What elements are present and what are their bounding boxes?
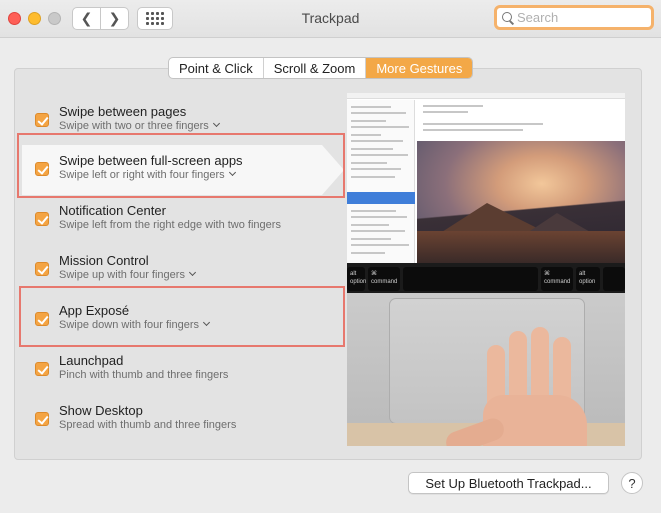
gesture-option-dropdown[interactable]: Swipe up with four fingers xyxy=(59,268,196,281)
gesture-item-swipe-between-pages[interactable]: Swipe between pages Swipe with two or th… xyxy=(14,96,344,146)
search-icon xyxy=(502,11,514,24)
arrow-key xyxy=(603,267,625,291)
gesture-title: Swipe between pages xyxy=(59,104,187,119)
gesture-subtitle: Swipe left from the right edge with two … xyxy=(59,219,281,231)
chevron-down-icon xyxy=(228,168,236,177)
preview-mail-list xyxy=(347,100,415,263)
gesture-item-notification-center[interactable]: Notification Center Swipe left from the … xyxy=(14,195,344,245)
gesture-subtitle: Pinch with thumb and three fingers xyxy=(59,369,229,381)
preview-screen xyxy=(347,93,625,263)
search-field[interactable] xyxy=(494,5,654,30)
gesture-item-launchpad[interactable]: Launchpad Pinch with thumb and three fin… xyxy=(14,345,344,395)
set-up-bluetooth-trackpad-button[interactable]: Set Up Bluetooth Trackpad... xyxy=(408,472,609,494)
gesture-title: Notification Center xyxy=(59,203,166,218)
gesture-subtitle: Swipe up with four fingers xyxy=(59,269,185,281)
swipe-between-full-screen-apps-checkbox[interactable] xyxy=(35,162,49,176)
gesture-option-dropdown[interactable]: Swipe down with four fingers xyxy=(59,318,211,331)
gesture-subtitle: Swipe left or right with four fingers xyxy=(59,169,225,181)
help-button[interactable]: ? xyxy=(621,472,643,494)
gesture-preview-video: alt option ⌘ command ⌘ command alt option xyxy=(347,93,625,446)
chevron-down-icon xyxy=(188,268,196,277)
tab-more-gestures[interactable]: More Gestures xyxy=(366,58,473,78)
show-desktop-checkbox[interactable] xyxy=(35,412,49,426)
gesture-subtitle: Swipe with two or three fingers xyxy=(59,120,209,132)
gesture-item-app-expose[interactable]: App Exposé Swipe down with four fingers xyxy=(14,295,344,345)
preview-keyboard: alt option ⌘ command ⌘ command alt option xyxy=(347,263,625,293)
gesture-item-swipe-between-full-screen-apps[interactable]: Swipe between full-screen apps Swipe lef… xyxy=(14,145,344,195)
app-expose-checkbox[interactable] xyxy=(35,312,49,326)
option-key: alt option xyxy=(576,267,600,291)
selection-arrow xyxy=(322,145,344,195)
gesture-subtitle: Swipe down with four fingers xyxy=(59,319,200,331)
gesture-title: App Exposé xyxy=(59,303,130,318)
tab-scroll-and-zoom[interactable]: Scroll & Zoom xyxy=(264,58,367,78)
gesture-title: Swipe between full-screen apps xyxy=(59,153,243,168)
space-bar xyxy=(403,267,538,291)
swipe-between-pages-checkbox[interactable] xyxy=(35,113,49,127)
gesture-item-show-desktop[interactable]: Show Desktop Spread with thumb and three… xyxy=(14,395,344,445)
launchpad-checkbox[interactable] xyxy=(35,362,49,376)
gesture-title: Launchpad xyxy=(59,353,124,368)
chevron-down-icon xyxy=(212,119,220,128)
notification-center-checkbox[interactable] xyxy=(35,212,49,226)
gesture-option-dropdown[interactable]: Swipe left or right with four fingers xyxy=(59,168,236,181)
chevron-down-icon xyxy=(202,318,211,327)
gesture-item-mission-control[interactable]: Mission Control Swipe up with four finge… xyxy=(14,245,344,295)
gesture-option-dropdown[interactable]: Swipe with two or three fingers xyxy=(59,119,220,132)
search-input[interactable] xyxy=(517,10,637,25)
command-key: ⌘ command xyxy=(541,267,573,291)
option-key: alt option xyxy=(347,267,366,291)
gesture-title: Show Desktop xyxy=(59,403,143,418)
command-key: ⌘ command xyxy=(368,267,400,291)
gesture-subtitle: Spread with thumb and three fingers xyxy=(59,419,237,431)
tab-point-and-click[interactable]: Point & Click xyxy=(169,58,264,78)
gesture-title: Mission Control xyxy=(59,253,149,268)
preview-hand xyxy=(443,325,589,446)
tab-bar: Point & Click Scroll & Zoom More Gesture… xyxy=(168,57,474,79)
mission-control-checkbox[interactable] xyxy=(35,262,49,276)
title-bar: ❮ ❯ Trackpad xyxy=(0,0,661,38)
